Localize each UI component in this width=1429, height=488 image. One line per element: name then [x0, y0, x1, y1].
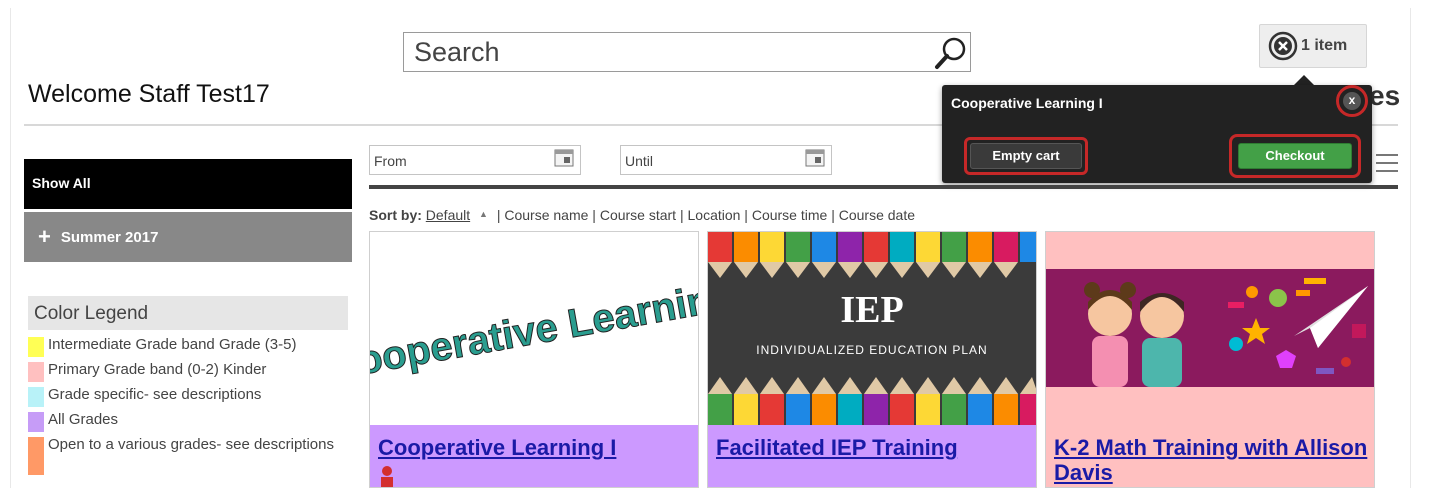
sort-bar: Sort by: Default ▲ | Course name | Cours… — [369, 207, 915, 223]
cart-popup-title: Cooperative Learning I — [951, 95, 1103, 111]
cart-count: 1 item — [1301, 37, 1348, 54]
k2-math-image[interactable] — [1046, 232, 1374, 425]
filter-divider — [369, 185, 1398, 189]
legend-label: Primary Grade band (0-2) Kinder — [48, 361, 267, 378]
course-card-body: Facilitated IEP Training — [708, 425, 1036, 487]
sidebar-item-summer-2017[interactable]: + Summer 2017 — [24, 212, 352, 262]
calendar-icon[interactable] — [805, 149, 825, 167]
image-subtitle: INDIVIDUALIZED EDUCATION PLAN — [756, 343, 987, 357]
course-title-link[interactable]: Facilitated IEP Training — [716, 435, 958, 460]
legend-label: Grade specific- see descriptions — [48, 386, 262, 403]
course-card-body: K-2 Math Training with Allison Davis — [1046, 425, 1374, 487]
legend-item: Open to a various grades- see descriptio… — [28, 436, 348, 475]
cart-popup: Cooperative Learning I x Empty cart Chec… — [942, 85, 1372, 183]
empty-cart-highlight: Empty cart — [964, 137, 1088, 175]
cooperative-learning-image[interactable]: Cooperative Learning — [370, 232, 698, 425]
search-input[interactable] — [414, 35, 914, 69]
sort-label: Sort by: — [369, 207, 422, 223]
checkout-button[interactable]: Checkout — [1238, 143, 1352, 169]
search-box[interactable] — [403, 32, 971, 72]
from-date-input[interactable] — [374, 150, 544, 172]
search-icon[interactable] — [932, 35, 968, 71]
legend-item: Primary Grade band (0-2) Kinder — [28, 361, 348, 383]
truncated-heading: es — [1369, 80, 1401, 111]
sort-arrow-icon: ▲ — [479, 209, 488, 219]
course-title-link[interactable]: Cooperative Learning I — [378, 435, 616, 460]
legend-swatch — [28, 362, 44, 382]
course-card[interactable]: IEP INDIVIDUALIZED EDUCATION PLAN Facili… — [707, 231, 1037, 488]
until-date-field[interactable] — [620, 145, 832, 175]
legend-swatch — [28, 437, 44, 475]
welcome-heading: Welcome Staff Test17 — [28, 80, 270, 108]
expand-icon: + — [38, 224, 51, 249]
until-date-input[interactable] — [625, 150, 795, 172]
from-date-field[interactable] — [369, 145, 581, 175]
sort-default-link[interactable]: Default — [426, 207, 470, 223]
checkout-highlight: Checkout — [1229, 134, 1361, 178]
empty-cart-button[interactable]: Empty cart — [970, 143, 1082, 169]
popup-arrow — [1294, 75, 1314, 85]
cart-button[interactable]: 1 item — [1259, 24, 1367, 68]
legend-swatch — [28, 337, 44, 357]
color-legend: Intermediate Grade band Grade (3-5) Prim… — [28, 336, 348, 475]
person-icon — [381, 466, 393, 487]
legend-item: Intermediate Grade band Grade (3-5) — [28, 336, 348, 358]
color-legend-title: Color Legend — [28, 296, 348, 330]
legend-swatch — [28, 412, 44, 432]
cart-popup-close-button[interactable]: x — [1336, 85, 1368, 117]
calendar-icon[interactable] — [554, 149, 574, 167]
legend-label: Open to a various grades- see descriptio… — [48, 436, 334, 453]
legend-swatch — [28, 387, 44, 407]
close-icon: x — [1343, 92, 1361, 110]
sidebar-item-label: Summer 2017 — [60, 229, 159, 246]
menu-icon[interactable] — [1376, 152, 1398, 174]
sort-options[interactable]: | Course name | Course start | Location … — [497, 207, 915, 223]
sidebar-item-show-all[interactable]: Show All — [24, 159, 352, 209]
legend-item: Grade specific- see descriptions — [28, 386, 348, 408]
iep-image[interactable]: IEP INDIVIDUALIZED EDUCATION PLAN — [708, 232, 1036, 425]
course-title-link[interactable]: K-2 Math Training with Allison Davis — [1054, 435, 1374, 485]
cart-close-icon — [1268, 31, 1298, 61]
course-card[interactable]: K-2 Math Training with Allison Davis — [1045, 231, 1375, 488]
legend-label: All Grades — [48, 411, 119, 428]
legend-label: Intermediate Grade band Grade (3-5) — [48, 336, 297, 353]
image-word: IEP — [840, 289, 903, 331]
legend-item: All Grades — [28, 411, 348, 433]
course-card[interactable]: Cooperative Learning Cooperative Learnin… — [369, 231, 699, 488]
course-card-body: Cooperative Learning I — [370, 425, 698, 487]
